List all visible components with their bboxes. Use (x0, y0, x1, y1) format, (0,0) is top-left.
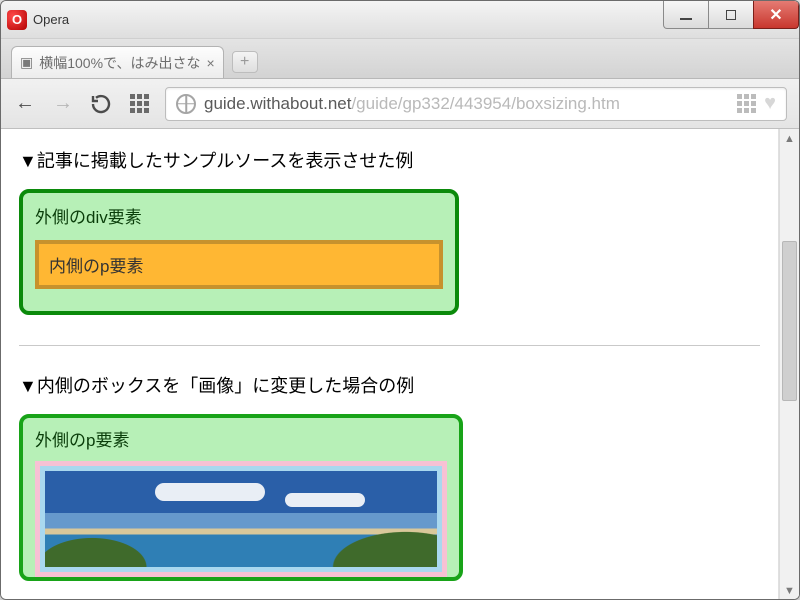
titlebar: O Opera ✕ (1, 1, 799, 39)
minimize-button[interactable] (663, 1, 709, 29)
sample2-landscape-image (45, 471, 437, 567)
app-title: Opera (33, 12, 69, 27)
scroll-track[interactable] (780, 149, 799, 581)
close-button[interactable]: ✕ (753, 1, 799, 29)
url-text: guide.withabout.net/guide/gp332/443954/b… (204, 94, 729, 114)
sample1-outer-label: 外側のdiv要素 (35, 203, 443, 228)
page-content: ▼記事に掲載したサンプルソースを表示させた例 外側のdiv要素 内側のp要素 ▼… (1, 129, 779, 600)
section2-heading: ▼内側のボックスを「画像」に変更した場合の例 (19, 372, 760, 398)
speed-dial-button[interactable] (127, 92, 151, 116)
tab-title: 横幅100%で、はみ出さな (39, 53, 200, 73)
globe-icon (176, 94, 196, 114)
back-button[interactable]: ← (13, 92, 37, 116)
sample1-inner-label: 内側のp要素 (49, 257, 143, 276)
bookmark-heart-icon[interactable]: ♥ (764, 92, 776, 115)
vertical-scrollbar[interactable]: ▲ ▼ (779, 129, 799, 600)
window-controls: ✕ (664, 1, 799, 29)
reload-button[interactable] (89, 92, 113, 116)
url-host: guide.withabout.net (204, 94, 351, 113)
forward-button[interactable]: → (51, 92, 75, 116)
new-tab-button[interactable]: + (232, 51, 258, 73)
cloud-decoration (285, 493, 365, 507)
address-bar[interactable]: guide.withabout.net/guide/gp332/443954/b… (165, 87, 787, 121)
cloud-decoration (155, 483, 265, 501)
speed-dial-icon (130, 94, 149, 113)
reload-icon (89, 92, 113, 116)
sample2-blue-border (40, 466, 442, 572)
viewport: ▼記事に掲載したサンプルソースを表示させた例 外側のdiv要素 内側のp要素 ▼… (1, 129, 799, 600)
sample2-pink-border (35, 461, 447, 577)
toolbar: ← → guide.withabout.net/guide/gp332/4439… (1, 79, 799, 129)
scroll-up-button[interactable]: ▲ (780, 129, 799, 149)
sample2-outer-box: 外側のp要素 (19, 414, 463, 581)
browser-window: O Opera ✕ ▣ 横幅100%で、はみ出さな × + ← → guide.… (0, 0, 800, 600)
extensions-icon[interactable] (737, 94, 756, 113)
section1-heading: ▼記事に掲載したサンプルソースを表示させた例 (19, 147, 760, 173)
opera-logo-icon[interactable]: O (7, 10, 27, 30)
scroll-down-button[interactable]: ▼ (780, 581, 799, 600)
maximize-button[interactable] (708, 1, 754, 29)
sample1-outer-box: 外側のdiv要素 内側のp要素 (19, 189, 459, 315)
url-path: /guide/gp332/443954/boxsizing.htm (351, 94, 619, 113)
document-icon: ▣ (20, 54, 33, 71)
sample1-inner-box: 内側のp要素 (35, 240, 443, 289)
sample2-outer-label: 外側のp要素 (35, 426, 447, 451)
scroll-thumb[interactable] (782, 241, 797, 401)
tab-close-icon[interactable]: × (206, 55, 214, 71)
tab-active[interactable]: ▣ 横幅100%で、はみ出さな × (11, 46, 224, 78)
tab-strip: ▣ 横幅100%で、はみ出さな × + (1, 39, 799, 79)
divider (19, 345, 760, 346)
